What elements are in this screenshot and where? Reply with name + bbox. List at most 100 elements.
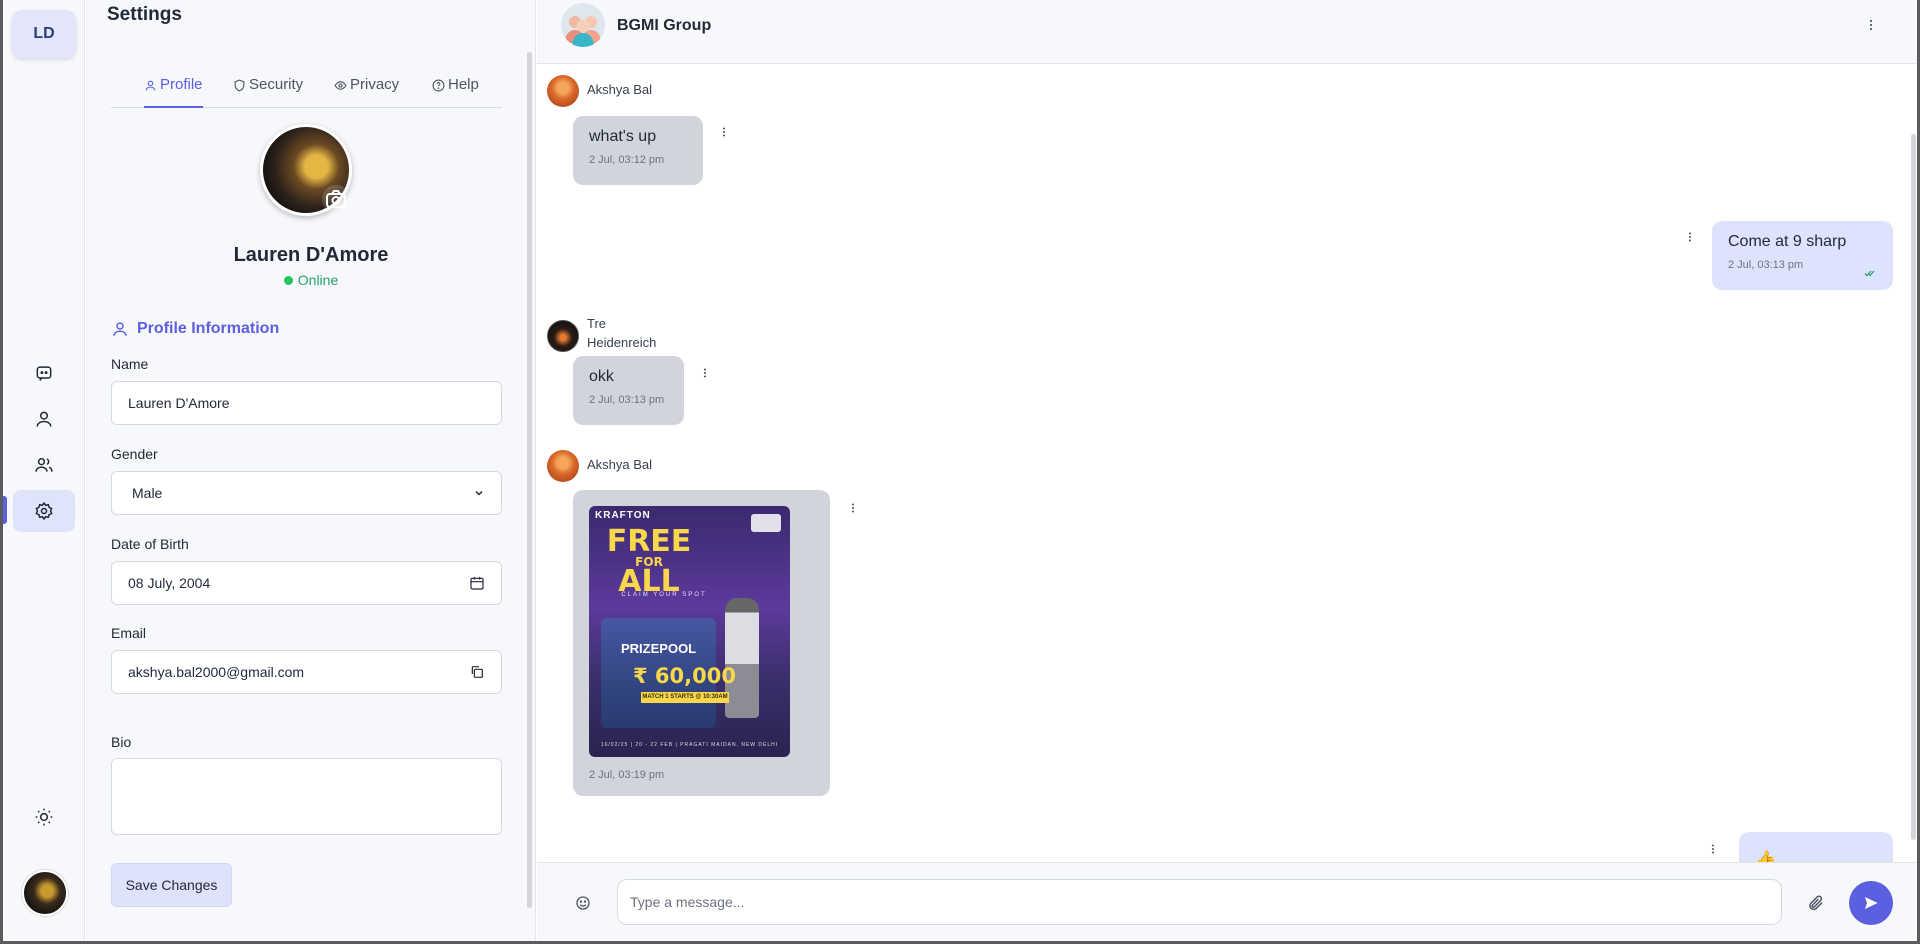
poster-brand: KRAFTON — [595, 510, 651, 521]
app-window: LD Settings Profile Security Privacy Hel… — [0, 0, 1920, 944]
message-time: 2 Jul, 03:13 pm — [589, 394, 665, 406]
tab-label: Help — [448, 76, 479, 93]
image-message-bubble[interactable]: KRAFTON FREE FOR ALL CLAIM YOUR SPOT PRI… — [573, 490, 830, 796]
email-field[interactable]: akshya.bal2000@gmail.com — [111, 650, 502, 694]
settings-scrollbar[interactable] — [527, 52, 532, 908]
message-text: what's up — [589, 128, 657, 145]
profile-name: Lauren D'Amore — [233, 244, 389, 266]
sender-avatar[interactable] — [547, 450, 579, 482]
sender-name-line1: Tre — [587, 316, 607, 331]
message-input[interactable] — [617, 879, 1782, 925]
more-vertical-icon[interactable] — [1683, 229, 1697, 245]
more-vertical-icon[interactable] — [698, 365, 712, 381]
dob-label: Date of Birth — [111, 536, 189, 552]
chat-bubble-icon — [36, 366, 52, 381]
copy-icon[interactable] — [469, 664, 485, 680]
online-status: Online — [86, 272, 536, 288]
tab-label: Security — [249, 76, 304, 93]
dob-value: 08 July, 2004 — [128, 575, 211, 591]
page-title: Settings — [107, 4, 182, 25]
message-bubble[interactable]: what's up 2 Jul, 03:12 pm — [573, 116, 703, 185]
tab-profile[interactable]: Profile — [144, 76, 203, 108]
tab-privacy[interactable]: Privacy — [334, 76, 399, 108]
sun-icon — [35, 808, 53, 826]
bio-textarea[interactable] — [111, 758, 502, 835]
message-text: Come at 9 sharp — [1728, 233, 1847, 250]
poster-headline-line1: FREE — [606, 524, 692, 559]
sender-name: Akshya Bal — [587, 457, 653, 472]
messages-scrollbar[interactable] — [1911, 134, 1916, 840]
gear-icon — [35, 501, 53, 521]
section-heading: Profile Information — [111, 320, 279, 338]
tab-label: Privacy — [350, 76, 400, 93]
sender-avatar[interactable] — [547, 320, 579, 352]
poster-footer: 16/02/25 | 20 - 22 FEB | PRAGATI MAIDAN,… — [600, 742, 779, 748]
rail-groups-button[interactable] — [13, 444, 75, 486]
name-value: Lauren D'Amore — [128, 395, 230, 411]
active-indicator — [3, 496, 7, 524]
tournament-poster-image[interactable]: KRAFTON FREE FOR ALL CLAIM YOUR SPOT PRI… — [589, 506, 790, 757]
more-vertical-icon[interactable] — [1706, 841, 1720, 857]
message-time: 2 Jul, 03:19 pm — [589, 769, 665, 781]
rail-profile-button[interactable] — [13, 398, 75, 440]
bio-label: Bio — [111, 734, 132, 750]
settings-panel: Settings Profile Security Privacy Help L… — [86, 0, 536, 941]
gender-select[interactable]: Male — [111, 471, 502, 515]
message-text: 👍 — [1755, 850, 1777, 862]
message-time: 2 Jul, 03:13 pm — [1728, 259, 1804, 271]
sender-name-line2: Heidenreich — [587, 335, 657, 350]
eye-icon — [334, 81, 347, 90]
gender-value: Male — [132, 485, 163, 501]
camera-icon — [326, 190, 346, 208]
save-button[interactable]: Save Changes — [111, 863, 232, 907]
rail-chats-button[interactable] — [13, 352, 75, 394]
sender-name: Tre Heidenreich — [587, 314, 656, 352]
message-bubble-outgoing[interactable]: Come at 9 sharp 2 Jul, 03:13 pm — [1712, 221, 1893, 290]
rail-settings-button[interactable] — [13, 490, 75, 532]
poster-soldier-graphic — [725, 598, 759, 718]
sender-name: Akshya Bal — [587, 82, 653, 97]
users-icon — [35, 458, 53, 472]
current-user-avatar[interactable] — [22, 870, 68, 916]
name-field[interactable]: Lauren D'Amore — [111, 381, 502, 425]
paperclip-icon[interactable] — [1807, 894, 1825, 912]
poster-prize-amount: ₹ 60,000 — [633, 664, 736, 688]
gender-label: Gender — [111, 446, 158, 462]
icon-rail: LD — [3, 0, 85, 941]
tab-help[interactable]: Help — [432, 76, 479, 108]
chevron-down-icon — [475, 490, 483, 496]
message-time: 2 Jul, 03:12 pm — [589, 154, 665, 166]
emoji-icon[interactable] — [575, 895, 591, 911]
more-vertical-icon[interactable] — [1863, 16, 1879, 34]
more-vertical-icon[interactable] — [846, 500, 860, 516]
sender-avatar[interactable] — [547, 75, 579, 107]
settings-tabs: Profile Security Privacy Help — [111, 70, 502, 108]
user-icon — [36, 411, 52, 427]
shield-icon — [234, 79, 245, 92]
poster-match-note: MATCH 1 STARTS @ 10:30AM — [641, 692, 729, 703]
help-circle-icon — [432, 79, 445, 92]
message-list[interactable]: Akshya Bal what's up 2 Jul, 03:12 pm Com… — [537, 64, 1917, 862]
more-vertical-icon[interactable] — [717, 124, 731, 140]
send-button[interactable] — [1849, 881, 1893, 925]
calendar-icon[interactable] — [469, 575, 485, 591]
group-avatar[interactable] — [561, 3, 605, 47]
group-name[interactable]: BGMI Group — [617, 17, 711, 35]
change-photo-button[interactable] — [322, 185, 350, 213]
dob-field[interactable]: 08 July, 2004 — [111, 561, 502, 605]
poster-tagline: CLAIM YOUR SPOT — [621, 592, 707, 598]
read-check-icon — [1864, 270, 1875, 277]
status-label: Online — [297, 272, 339, 288]
app-logo[interactable]: LD — [12, 10, 76, 58]
theme-toggle-button[interactable] — [13, 796, 75, 838]
poster-prize-label: PRIZEPOOL — [621, 641, 697, 656]
tab-security[interactable]: Security — [233, 76, 303, 108]
message-composer — [537, 862, 1917, 941]
user-icon — [145, 80, 156, 91]
message-bubble[interactable]: okk 2 Jul, 03:13 pm — [573, 356, 684, 425]
user-icon — [113, 322, 127, 336]
message-bubble-outgoing[interactable]: 👍 — [1739, 832, 1893, 862]
tab-label: Profile — [160, 76, 203, 93]
chat-panel: BGMI Group Akshya Bal what's up 2 Jul, 0… — [537, 0, 1917, 941]
email-value: akshya.bal2000@gmail.com — [128, 664, 305, 680]
